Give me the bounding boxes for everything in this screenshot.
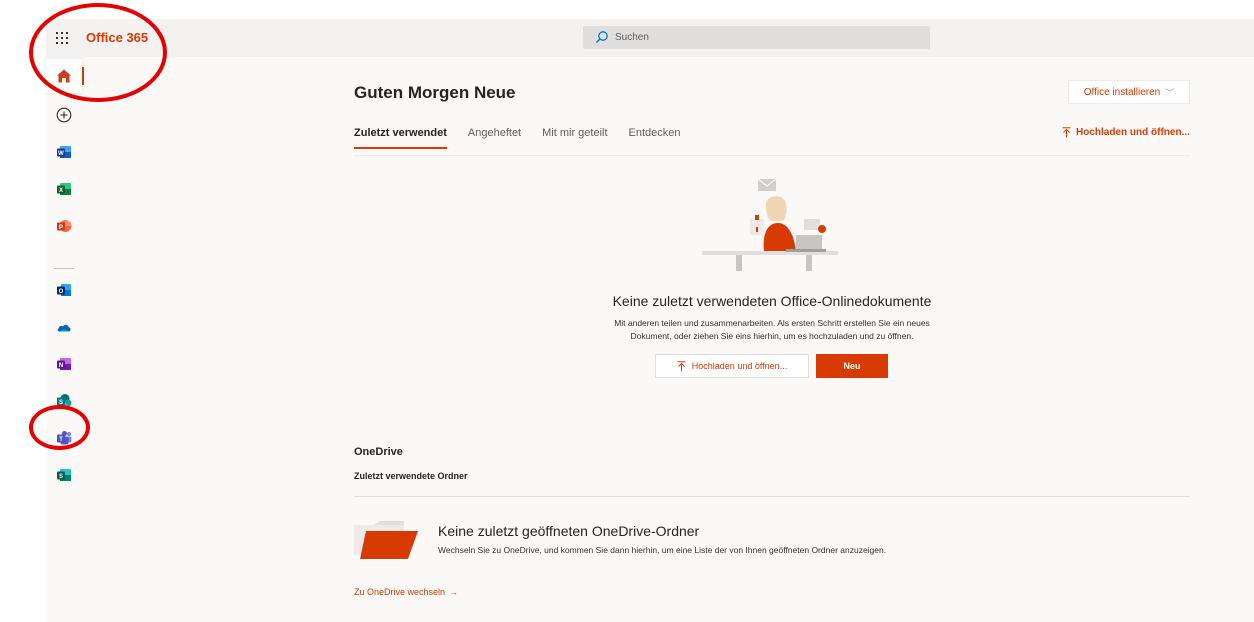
svg-text:S: S xyxy=(59,400,63,406)
plus-circle-icon xyxy=(56,107,72,123)
rail-item-home[interactable] xyxy=(46,59,84,93)
svg-text:P: P xyxy=(59,225,63,231)
rail-item-word[interactable]: W xyxy=(46,135,82,169)
outlook-icon: O xyxy=(57,284,71,296)
document-tabs: Zuletzt verwendet Angeheftet Mit mir get… xyxy=(354,127,681,149)
empty-state-description-line: Dokument, oder ziehen Sie eins hierhin, … xyxy=(630,331,914,341)
svg-text:W: W xyxy=(58,151,64,157)
rail-item-powerpoint[interactable]: P xyxy=(46,209,82,243)
upload-open-button[interactable]: Hochladen und öffnen... xyxy=(655,354,809,378)
search-box[interactable] xyxy=(583,26,930,49)
empty-state-description-line: Mit anderen teilen und zusammenarbeiten.… xyxy=(614,318,930,328)
rail-divider xyxy=(54,268,74,269)
upload-icon xyxy=(1062,127,1071,138)
arrow-right-icon: → xyxy=(449,587,459,597)
tab-pinned[interactable]: Angeheftet xyxy=(468,127,521,149)
rail-item-create[interactable] xyxy=(46,98,82,132)
onedrive-section-title: OneDrive xyxy=(354,446,403,458)
install-office-button[interactable]: Office installieren ﹀ xyxy=(1068,80,1190,104)
brand-link[interactable]: Office 365 xyxy=(86,30,148,45)
upload-icon xyxy=(677,360,686,371)
powerpoint-icon: P xyxy=(57,220,72,232)
upload-open-label: Hochladen und öffnen... xyxy=(1076,127,1190,138)
svg-text:O: O xyxy=(59,289,64,295)
divider xyxy=(354,155,1190,156)
tab-recent[interactable]: Zuletzt verwendet xyxy=(354,127,447,149)
active-indicator xyxy=(82,67,84,85)
empty-state-description: Mit anderen teilen und zusammenarbeiten.… xyxy=(562,317,982,343)
home-icon xyxy=(57,69,71,83)
app-rail: W X P O N S T S xyxy=(46,57,84,622)
svg-text:S: S xyxy=(59,474,63,480)
onenote-icon: N xyxy=(57,358,71,370)
search-input[interactable] xyxy=(615,28,915,47)
empty-state-title: Keine zuletzt verwendeten Office-Onlined… xyxy=(612,293,932,309)
svg-text:T: T xyxy=(59,437,63,443)
onedrive-icon xyxy=(57,324,71,332)
divider xyxy=(354,496,1190,497)
new-document-button[interactable]: Neu xyxy=(816,354,888,378)
rail-item-sway[interactable]: S xyxy=(46,458,82,492)
upload-open-link[interactable]: Hochladen und öffnen... xyxy=(1062,127,1190,138)
tab-shared-with-me[interactable]: Mit mir geteilt xyxy=(542,127,607,149)
go-to-onedrive-label: Zu OneDrive wechseln xyxy=(354,587,446,597)
sharepoint-icon: S xyxy=(57,394,72,409)
rail-item-excel[interactable]: X xyxy=(46,172,82,206)
browser-viewport: Office 365 Suchen W X P O N S T S Guten … xyxy=(46,19,1254,622)
empty-documents-illustration xyxy=(702,178,838,271)
onedrive-empty-description: Wechseln Sie zu OneDrive, und kommen Sie… xyxy=(438,545,887,555)
install-office-label: Office installieren xyxy=(1083,86,1161,98)
chevron-down-icon: ﹀ xyxy=(1165,87,1175,98)
word-icon: W xyxy=(57,146,71,158)
top-bar: Office 365 xyxy=(46,19,1254,57)
recent-folders-heading: Zuletzt verwendete Ordner xyxy=(354,471,468,481)
office-portal: Office 365 Suchen W X P O N S T S Guten … xyxy=(0,0,1254,622)
teams-icon: T xyxy=(57,431,72,445)
sway-icon: S xyxy=(57,469,71,481)
svg-text:N: N xyxy=(59,363,63,369)
go-to-onedrive-link[interactable]: Zu OneDrive wechseln → xyxy=(354,587,458,597)
rail-item-sharepoint[interactable]: S xyxy=(46,384,82,418)
svg-text:X: X xyxy=(59,188,63,194)
folder-illustration xyxy=(354,521,418,559)
rail-item-onedrive[interactable] xyxy=(46,310,82,344)
search-icon xyxy=(596,31,608,43)
rail-item-onenote[interactable]: N xyxy=(46,347,82,381)
excel-icon: X xyxy=(57,183,71,195)
rail-item-teams[interactable]: T xyxy=(46,421,82,455)
upload-open-button-label: Hochladen und öffnen... xyxy=(691,361,788,371)
onedrive-empty-title: Keine zuletzt geöffneten OneDrive-Ordner xyxy=(438,523,700,539)
page-title: Guten Morgen Neue xyxy=(354,83,516,102)
app-launcher-waffle-icon[interactable] xyxy=(52,28,72,48)
tab-discover[interactable]: Entdecken xyxy=(629,127,681,149)
rail-item-outlook[interactable]: O xyxy=(46,273,82,307)
